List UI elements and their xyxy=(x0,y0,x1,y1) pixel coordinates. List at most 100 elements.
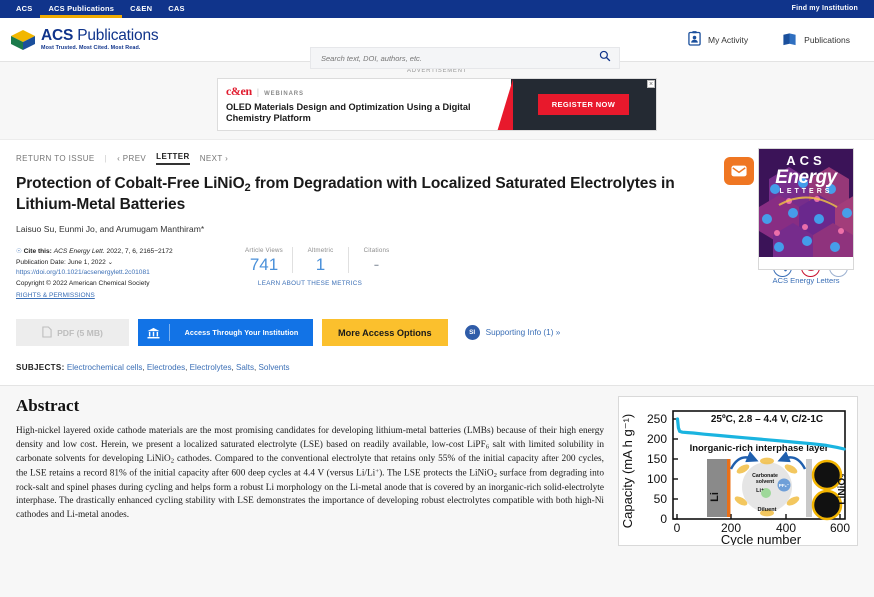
title-part-1: Protection of Cobalt-Free LiNiO xyxy=(16,175,245,192)
cover-footer-band xyxy=(759,257,853,269)
subject-link-solvents[interactable]: Solvents xyxy=(259,363,290,372)
pf6-label: PF₆⁻ xyxy=(779,483,790,488)
cite-this-label: Cite this: xyxy=(24,248,52,255)
metrics-block: Article Views 741 Altmetric 1 Citations … xyxy=(216,247,404,301)
supporting-info-label[interactable]: Supporting Info (1) » xyxy=(486,328,561,337)
ad-brand-divider: | xyxy=(257,87,259,97)
advertisement-banner[interactable]: c&en | WEBINARS OLED Materials Design an… xyxy=(217,78,657,131)
acs-logo-icon xyxy=(10,29,36,51)
ad-brand: c&en | WEBINARS xyxy=(226,84,503,99)
ad-cta-panel: REGISTER NOW xyxy=(511,79,656,130)
institution-label: Access Through Your Institution xyxy=(170,328,313,337)
cover-title: ACS Energy LETTERS xyxy=(759,154,853,195)
advertisement-zone: ADVERTISEMENT c&en | WEBINARS OLED Mater… xyxy=(0,62,874,140)
site-header: ACS ACS PublicationsPublications Most Tr… xyxy=(0,18,874,62)
topnav-tab-cen[interactable]: C&EN xyxy=(122,0,160,18)
search-input[interactable] xyxy=(319,53,599,64)
more-access-options-button[interactable]: More Access Options xyxy=(322,319,448,346)
graphical-abstract[interactable]: Capacity (mA h g⁻¹) ⁻¹) 250 200 150 100 … xyxy=(618,396,858,546)
cover-line-1: ACS xyxy=(759,154,853,167)
abstract-section: Abstract High-nickel layered oxide catho… xyxy=(0,385,874,597)
publication-date[interactable]: Publication Date: June 1, 2022 ⌄ xyxy=(16,258,216,269)
lock-icon: ☉ xyxy=(16,248,22,255)
search-icon[interactable] xyxy=(599,49,611,67)
acs-publications-logo[interactable]: ACS ACS PublicationsPublications Most Tr… xyxy=(10,28,260,51)
cover-line-3: LETTERS xyxy=(759,188,853,195)
svg-text:200: 200 xyxy=(647,432,667,446)
institution-icon xyxy=(138,324,170,341)
pdf-label: PDF (5 MB) xyxy=(57,328,103,338)
citation-block: ☉ Cite this: ACS Energy Lett. 2022, 7, 6… xyxy=(16,247,216,301)
page-title: Protection of Cobalt-Free LiNiO2 from De… xyxy=(16,174,728,215)
topnav-tab-acs[interactable]: ACS xyxy=(8,0,40,18)
pdf-download-button[interactable]: PDF (5 MB) xyxy=(16,319,129,346)
metric-article-views[interactable]: Article Views 741 xyxy=(236,247,292,273)
copyright-line: Copyright © 2022 American Chemical Socie… xyxy=(16,279,216,290)
publications-icon xyxy=(782,32,797,48)
metric-label: Article Views xyxy=(240,247,288,254)
ad-close-icon[interactable]: × xyxy=(647,80,655,88)
subject-link-electrochemical-cells[interactable]: Electrochemical cells xyxy=(67,363,143,372)
metric-value: - xyxy=(353,256,400,273)
svg-text:100: 100 xyxy=(647,472,667,486)
graphical-abstract-chart: Capacity (mA h g⁻¹) ⁻¹) 250 200 150 100 … xyxy=(619,397,857,545)
ad-register-now-button[interactable]: REGISTER NOW xyxy=(538,94,630,115)
return-to-issue-link[interactable]: RETURN TO ISSUE xyxy=(16,154,95,163)
search-bar[interactable] xyxy=(310,47,620,69)
volume-info: 2022, 7, 6, 2165−2172 xyxy=(107,248,173,255)
metric-value: 741 xyxy=(240,256,288,273)
ad-brand-sub: WEBINARS xyxy=(264,91,304,97)
publications-link[interactable]: Publications xyxy=(782,32,850,48)
topnav-tab-acs-publications[interactable]: ACS Publications xyxy=(40,0,122,18)
journal-name: ACS Energy Lett. xyxy=(54,248,105,255)
subject-link-electrolytes[interactable]: Electrolytes xyxy=(190,363,232,372)
si-badge: SI xyxy=(465,325,480,340)
metric-value: 1 xyxy=(297,256,344,273)
anode-label: Li xyxy=(709,492,721,502)
svg-text:0: 0 xyxy=(674,521,681,535)
publications-label: Publications xyxy=(804,35,850,45)
abstract-heading: Abstract xyxy=(16,396,604,416)
doi-text[interactable]: https://doi.org/10.1021/acsenergylett.2c… xyxy=(16,269,150,276)
svg-text:250: 250 xyxy=(647,412,667,426)
subject-link-salts[interactable]: Salts xyxy=(236,363,254,372)
rights-permissions-link[interactable]: RIGHTS & PERMISSIONS xyxy=(16,291,95,302)
access-through-institution-button[interactable]: Access Through Your Institution xyxy=(138,319,313,346)
svg-text:solvent: solvent xyxy=(756,479,774,485)
svg-text:50: 50 xyxy=(654,492,668,506)
my-activity-label: My Activity xyxy=(708,35,748,45)
subject-link-electrodes[interactable]: Electrodes xyxy=(147,363,185,372)
ad-headline: OLED Materials Design and Optimization U… xyxy=(226,102,503,124)
subjects-row: SUBJECTS: Electrochemical cells, Electro… xyxy=(16,363,858,372)
supporting-info-link[interactable]: SI Supporting Info (1) » xyxy=(465,325,561,340)
pdf-icon xyxy=(42,326,52,340)
breadcrumb-divider: | xyxy=(105,154,107,163)
article-meta-row: ☉ Cite this: ACS Energy Lett. 2022, 7, 6… xyxy=(16,247,858,301)
next-article-link[interactable]: NEXT › xyxy=(200,154,228,163)
abstract-part-4: ). The LSE protects the LiNiO xyxy=(379,469,494,479)
chevron-down-icon[interactable]: ⌄ xyxy=(108,259,114,266)
learn-about-metrics-link[interactable]: LEARN ABOUT THESE METRICS xyxy=(216,280,404,287)
find-my-institution-link[interactable]: Find my Institution xyxy=(784,0,866,18)
access-buttons-row: PDF (5 MB) Access Through Your Instituti… xyxy=(16,319,858,346)
doi-link[interactable]: https://doi.org/10.1021/acsenergylett.2c… xyxy=(16,268,216,279)
metric-altmetric[interactable]: Altmetric 1 xyxy=(292,247,348,273)
abstract-text: High-nickel layered oxide cathode materi… xyxy=(16,425,604,523)
my-activity-link[interactable]: My Activity xyxy=(688,31,748,48)
ad-brand-name: c&en xyxy=(226,84,252,99)
journal-name-link[interactable]: ACS Energy Letters xyxy=(754,276,858,285)
subjects-label: SUBJECTS: xyxy=(16,363,65,372)
chart-title: 25ºC, 2.8 – 4.4 V, C/2-1C xyxy=(711,414,823,425)
y-axis-ticks: 250 200 150 100 50 0 xyxy=(647,412,667,526)
metric-citations[interactable]: Citations - xyxy=(348,247,404,273)
y-axis-label: Capacity (mA h g⁻¹) xyxy=(620,414,635,529)
topnav-tab-cas[interactable]: CAS xyxy=(160,0,192,18)
journal-cover-image[interactable]: ACS Energy LETTERS xyxy=(758,148,854,270)
svg-text:600: 600 xyxy=(830,521,850,535)
publication-date-text: Publication Date: June 1, 2022 xyxy=(16,259,106,266)
logo-title: ACS ACS PublicationsPublications xyxy=(41,28,158,44)
article-type-label: LETTER xyxy=(156,152,190,165)
email-alert-button[interactable] xyxy=(724,157,754,185)
prev-article-link[interactable]: ‹ PREV xyxy=(117,154,146,163)
author-list[interactable]: Laisuo Su, Eunmi Jo, and Arumugam Manthi… xyxy=(16,224,858,234)
